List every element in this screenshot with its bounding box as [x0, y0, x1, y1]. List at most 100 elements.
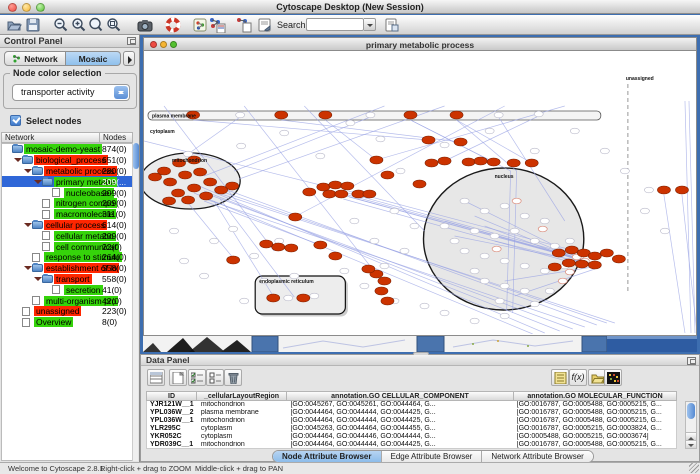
network-node[interactable] — [640, 208, 649, 214]
network-node[interactable] — [520, 213, 529, 219]
network-node-selected[interactable] — [289, 213, 302, 221]
tree-scrollbar[interactable] — [132, 143, 138, 461]
network-node-selected[interactable] — [675, 186, 688, 194]
network-node-selected[interactable] — [323, 190, 336, 198]
network-node[interactable] — [565, 269, 574, 275]
network-node[interactable] — [366, 112, 375, 118]
network-node-selected[interactable] — [657, 186, 670, 194]
network-node-selected[interactable] — [422, 136, 435, 144]
tree-row[interactable]: cellular process614(0) — [2, 220, 132, 231]
network-node[interactable] — [565, 238, 574, 244]
save-session-icon[interactable] — [25, 17, 41, 33]
network-graph[interactable]: plasma membranecytoplasmmitochondrionnuc… — [144, 51, 696, 334]
select-all-attributes-icon[interactable] — [188, 369, 206, 386]
search-dropdown-icon[interactable] — [364, 18, 376, 31]
network-node[interactable] — [558, 278, 567, 284]
import-network-icon[interactable] — [208, 17, 224, 33]
network-node-selected[interactable] — [226, 182, 239, 190]
network-canvas[interactable]: plasma membranecytoplasmmitochondrionnuc… — [143, 51, 697, 336]
network-node-selected[interactable] — [297, 294, 310, 302]
network-node-selected[interactable] — [363, 190, 376, 198]
tree-row[interactable]: secretion41(0) — [2, 284, 132, 295]
network-node[interactable] — [316, 153, 325, 159]
network-node[interactable] — [284, 295, 293, 301]
network-node[interactable] — [170, 228, 179, 234]
network-node[interactable] — [494, 112, 503, 118]
node-color-dropdown[interactable]: transporter activity — [12, 84, 130, 101]
network-node-selected[interactable] — [194, 168, 207, 176]
float-data-panel-icon[interactable] — [687, 357, 696, 365]
network-node[interactable] — [346, 120, 355, 126]
network-node-selected[interactable] — [275, 111, 288, 119]
network-node-selected[interactable] — [335, 190, 348, 198]
network-node-selected[interactable] — [438, 157, 451, 165]
network-node[interactable] — [400, 248, 409, 254]
network-node[interactable] — [460, 198, 469, 204]
network-node[interactable] — [470, 268, 479, 274]
network-node[interactable] — [540, 268, 549, 274]
scroll-up-icon[interactable] — [686, 432, 696, 440]
tree-row[interactable]: biological_process651(0) — [2, 155, 132, 166]
import-attributes-icon[interactable] — [235, 17, 251, 33]
new-attribute-icon[interactable] — [169, 369, 187, 386]
network-node[interactable] — [396, 168, 405, 174]
tab-node-attribute-browser[interactable]: Node Attribute Browser — [273, 451, 382, 462]
network-node-selected[interactable] — [450, 111, 463, 119]
network-node[interactable] — [184, 151, 193, 157]
tree-header-network[interactable]: Network — [1, 132, 100, 143]
network-node[interactable] — [570, 128, 579, 134]
network-node-selected[interactable] — [188, 184, 201, 192]
network-node[interactable] — [210, 238, 219, 244]
table-row[interactable]: YLR295Ccytoplasm[GO:0045263, GO:0044464,… — [147, 425, 676, 433]
network-node[interactable] — [180, 258, 189, 264]
tree-row[interactable]: nucleobase-209(0) — [2, 187, 132, 198]
network-node-selected[interactable] — [612, 255, 625, 263]
network-node[interactable] — [376, 136, 385, 142]
network-node-selected[interactable] — [487, 158, 500, 166]
tab-network-attribute-browser[interactable]: Network Attribute Browser — [482, 451, 592, 462]
network-node[interactable] — [229, 226, 238, 232]
network-node[interactable] — [250, 253, 259, 259]
zoom-in-icon[interactable] — [71, 17, 87, 33]
network-node[interactable] — [450, 238, 459, 244]
network-node[interactable] — [500, 283, 509, 289]
network-view-titlebar[interactable]: primary metabolic process — [143, 37, 697, 51]
tree-row[interactable]: cellular metabo209(0) — [2, 230, 132, 241]
tab-edge-attribute-browser[interactable]: Edge Attribute Browser — [382, 451, 483, 462]
network-node[interactable] — [470, 318, 479, 324]
network-node[interactable] — [410, 223, 419, 229]
table-row[interactable]: YPL036W__2plasma membrane[GO:0044464, GO… — [147, 409, 676, 417]
network-node-selected[interactable] — [588, 261, 601, 269]
network-node-selected[interactable] — [454, 138, 467, 146]
network-node-selected[interactable] — [227, 256, 240, 264]
tree-row[interactable]: unassigned223(0) — [2, 306, 132, 317]
network-node[interactable] — [440, 142, 449, 148]
table-column-header[interactable]: _cellularLayoutRegion — [197, 391, 287, 401]
network-node-selected[interactable] — [462, 158, 475, 166]
table-row[interactable]: YPL036W__1mitochondrion[GO:0044464, GO:0… — [147, 417, 676, 425]
vizmapper-icon[interactable] — [192, 17, 208, 33]
snapshot-icon[interactable] — [137, 17, 153, 33]
network-node-selected[interactable] — [341, 182, 354, 190]
network-node[interactable] — [360, 283, 369, 289]
network-node[interactable] — [440, 310, 449, 316]
network-node[interactable] — [290, 273, 299, 279]
tree-row[interactable]: macromolecule311(0) — [2, 209, 132, 220]
matrix-view-icon[interactable] — [604, 369, 622, 386]
network-node[interactable] — [480, 208, 489, 214]
unselect-all-attributes-icon[interactable] — [206, 369, 224, 386]
network-node-selected[interactable] — [381, 171, 394, 179]
network-node-selected[interactable] — [600, 249, 613, 257]
network-node-selected[interactable] — [272, 243, 285, 251]
attribute-list-icon[interactable] — [551, 369, 569, 386]
zoom-out-icon[interactable] — [53, 17, 69, 33]
table-scrollbar[interactable] — [685, 401, 697, 449]
network-node[interactable] — [534, 111, 543, 117]
search-options-icon[interactable] — [384, 17, 400, 33]
tree-header-nodes[interactable]: Nodes — [100, 132, 133, 143]
network-node-selected[interactable] — [172, 189, 185, 197]
tab-overflow-icon[interactable] — [123, 51, 135, 66]
tree-row[interactable]: response to stimulu264(0) — [2, 252, 132, 263]
network-node[interactable] — [380, 263, 389, 269]
network-node-selected[interactable] — [370, 156, 383, 164]
